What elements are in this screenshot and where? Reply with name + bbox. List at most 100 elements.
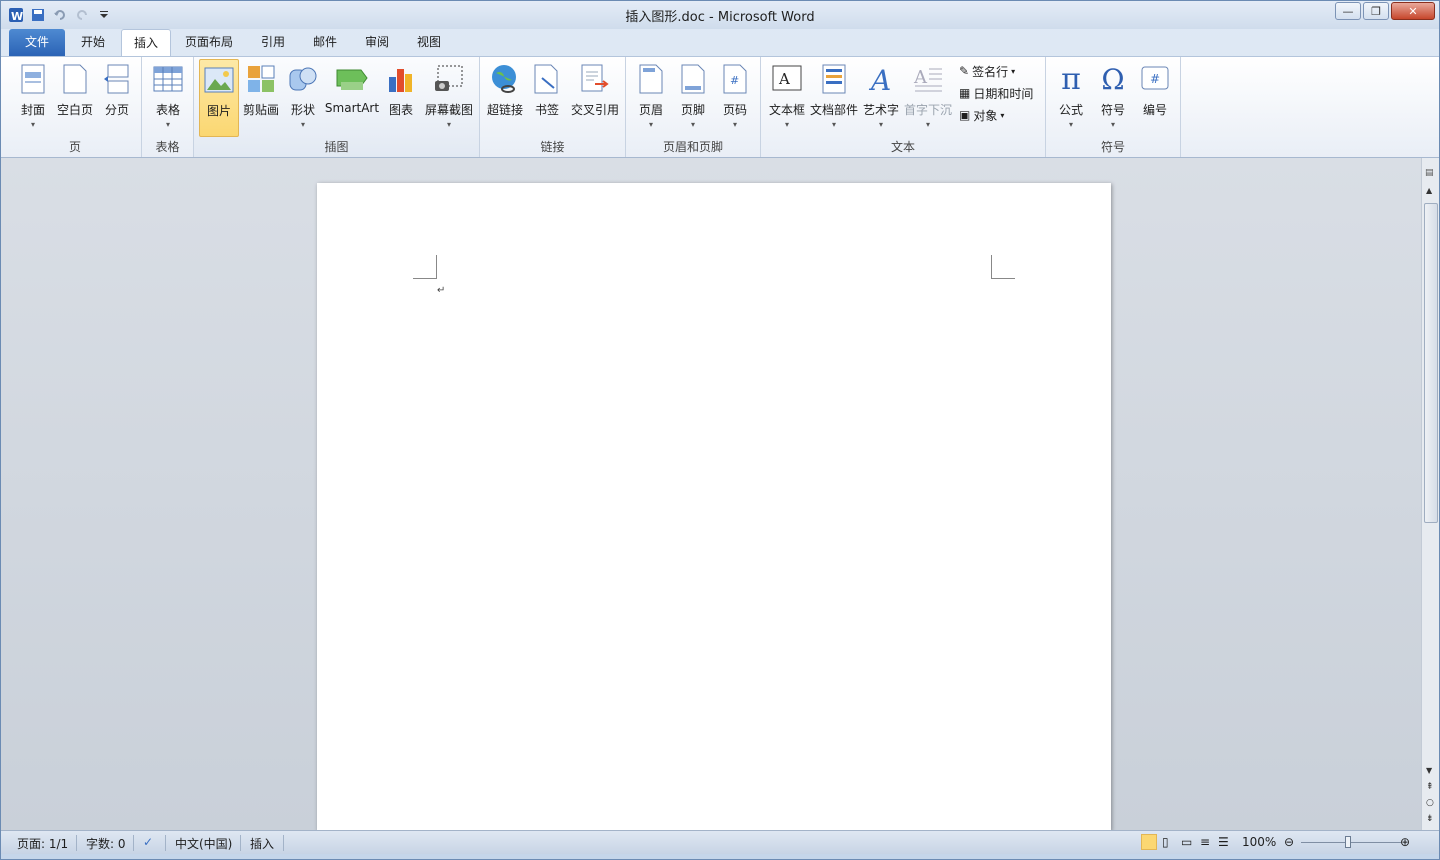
- scroll-up-icon[interactable]: ▲: [1426, 186, 1432, 195]
- margin-corner-top-right: [991, 255, 1015, 279]
- tab-view[interactable]: 视图: [405, 29, 453, 56]
- ribbon-insert: 封面 ▾ 空白页 分页 页 表格 ▾ 表格 图片 剪贴画 形状 ▾ SmartA…: [1, 56, 1439, 158]
- quick-parts-icon: [817, 61, 851, 97]
- smartart-button[interactable]: SmartArt: [325, 59, 379, 137]
- bookmark-button[interactable]: 书签: [528, 59, 566, 137]
- zoom-slider-thumb[interactable]: [1345, 836, 1351, 848]
- next-page-icon[interactable]: ⇟: [1426, 814, 1434, 824]
- numbering-icon: #: [1138, 61, 1172, 97]
- scroll-thumb[interactable]: [1424, 203, 1438, 523]
- svg-text:#: #: [730, 74, 739, 87]
- web-layout-icon[interactable]: ▭: [1181, 835, 1192, 849]
- cover-page-icon: [16, 61, 50, 97]
- tab-insert[interactable]: 插入: [121, 29, 172, 56]
- wordart-button[interactable]: A 艺术字 ▾: [861, 59, 901, 137]
- drop-cap-icon: A: [911, 61, 945, 97]
- drop-cap-button[interactable]: A 首字下沉 ▾: [903, 59, 953, 137]
- page-count[interactable]: 页面: 1/1: [17, 835, 68, 852]
- bookmark-icon: [530, 61, 564, 97]
- window-title: 插入图形.doc - Microsoft Word: [625, 10, 815, 25]
- page-number-button[interactable]: # 页码 ▾: [714, 59, 756, 137]
- tab-home[interactable]: 开始: [69, 29, 117, 56]
- tab-references[interactable]: 引用: [249, 29, 297, 56]
- svg-text:A: A: [868, 64, 891, 94]
- chart-icon: [384, 61, 418, 97]
- zoom-out-icon[interactable]: ⊖: [1284, 835, 1294, 849]
- group-label-pages: 页: [68, 140, 81, 154]
- zoom-in-icon[interactable]: ⊕: [1400, 835, 1410, 849]
- header-button[interactable]: 页眉 ▾: [630, 59, 672, 137]
- svg-text:A: A: [913, 67, 928, 88]
- svg-text:#: #: [1150, 72, 1160, 86]
- full-screen-reading-icon[interactable]: ▯: [1162, 835, 1169, 849]
- screenshot-button[interactable]: 屏幕截图 ▾: [423, 59, 475, 137]
- proofing-icon[interactable]: ✓: [143, 835, 153, 849]
- document-page[interactable]: ↵: [317, 183, 1111, 831]
- clipart-button[interactable]: 剪贴画: [241, 59, 281, 137]
- group-symbols: π 公式 ▾ Ω 符号 ▾ # 编号 符号: [1046, 57, 1181, 157]
- equation-button[interactable]: π 公式 ▾: [1050, 59, 1092, 137]
- group-pages: 封面 ▾ 空白页 分页 页: [9, 57, 142, 157]
- object-button[interactable]: ▣ 对象 ▾: [959, 105, 1004, 125]
- signature-line-button[interactable]: ✎ 签名行 ▾: [959, 61, 1015, 81]
- cover-page-button[interactable]: 封面 ▾: [13, 59, 53, 137]
- cross-reference-button[interactable]: 交叉引用: [568, 59, 622, 137]
- blank-page-button[interactable]: 空白页: [55, 59, 95, 137]
- footer-button[interactable]: 页脚 ▾: [672, 59, 714, 137]
- globe-link-icon: [488, 61, 522, 97]
- chart-button[interactable]: 图表: [381, 59, 421, 137]
- group-label-illustrations: 插图: [324, 140, 349, 154]
- zoom-level[interactable]: 100%: [1242, 835, 1276, 849]
- scroll-down-icon[interactable]: ▼: [1426, 766, 1432, 775]
- word-window: W 插入图形.doc - Microsoft Word — ❐ ✕ 文件 开始 …: [0, 0, 1440, 860]
- smartart-icon: [335, 61, 369, 97]
- vertical-scrollbar[interactable]: ▤ ▲ ▼ ⇞ ○ ⇟: [1421, 158, 1439, 830]
- blank-page-icon: [58, 61, 92, 97]
- shapes-button[interactable]: 形状 ▾: [283, 59, 323, 137]
- paragraph-mark-icon: ↵: [437, 285, 446, 296]
- hyperlink-button[interactable]: 超链接: [484, 59, 526, 137]
- quick-parts-button[interactable]: 文档部件 ▾: [809, 59, 859, 137]
- svg-text:A: A: [778, 70, 790, 88]
- text-box-icon: A: [770, 61, 804, 97]
- minimize-button[interactable]: —: [1335, 2, 1361, 20]
- zoom-slider[interactable]: [1301, 842, 1401, 843]
- outline-icon[interactable]: ≡: [1200, 835, 1210, 849]
- print-layout-icon[interactable]: [1141, 834, 1157, 850]
- omega-icon: Ω: [1101, 62, 1125, 96]
- word-count[interactable]: 字数: 0: [86, 835, 126, 852]
- draft-icon[interactable]: ☰: [1218, 835, 1229, 849]
- text-box-button[interactable]: A 文本框 ▾: [765, 59, 809, 137]
- date-time-button[interactable]: ▦ 日期和时间: [959, 83, 1033, 103]
- tab-review[interactable]: 审阅: [353, 29, 401, 56]
- browse-object-icon[interactable]: ○: [1426, 798, 1434, 808]
- wordart-icon: A: [864, 61, 898, 97]
- ribbon-tabs: 文件 开始 插入 页面布局 引用 邮件 审阅 视图 ^ ?: [1, 29, 1439, 78]
- page-break-button[interactable]: 分页: [97, 59, 137, 137]
- pi-icon: π: [1061, 61, 1081, 97]
- window-controls: — ❐ ✕: [1335, 2, 1435, 20]
- picture-button[interactable]: 图片: [199, 59, 239, 137]
- calendar-icon: ▦: [959, 86, 971, 100]
- footer-icon: [676, 61, 710, 97]
- tab-mailings[interactable]: 邮件: [301, 29, 349, 56]
- table-button[interactable]: 表格 ▾: [148, 59, 188, 137]
- tab-file[interactable]: 文件: [9, 29, 65, 56]
- previous-page-icon[interactable]: ⇞: [1426, 782, 1434, 792]
- numbering-button[interactable]: # 编号: [1134, 59, 1176, 137]
- group-tables: 表格 ▾ 表格: [142, 57, 194, 157]
- maximize-button[interactable]: ❐: [1363, 2, 1389, 20]
- group-illustrations: 图片 剪贴画 形状 ▾ SmartArt 图表 屏幕截图 ▾ 插图: [194, 57, 480, 157]
- symbol-button[interactable]: Ω 符号 ▾: [1092, 59, 1134, 137]
- ruler-toggle-icon[interactable]: ▤: [1425, 168, 1434, 178]
- picture-icon: [202, 62, 236, 98]
- tab-page-layout[interactable]: 页面布局: [173, 29, 245, 56]
- close-button[interactable]: ✕: [1391, 2, 1435, 20]
- shapes-icon: [286, 61, 320, 97]
- language-indicator[interactable]: 中文(中国): [175, 835, 232, 852]
- screenshot-icon: [432, 61, 466, 97]
- insert-mode-indicator[interactable]: 插入: [250, 835, 274, 852]
- page-number-icon: #: [718, 61, 752, 97]
- document-workspace: ↵ ▤ ▲ ▼ ⇞ ○ ⇟: [1, 158, 1439, 831]
- group-label-header-footer: 页眉和页脚: [662, 140, 723, 154]
